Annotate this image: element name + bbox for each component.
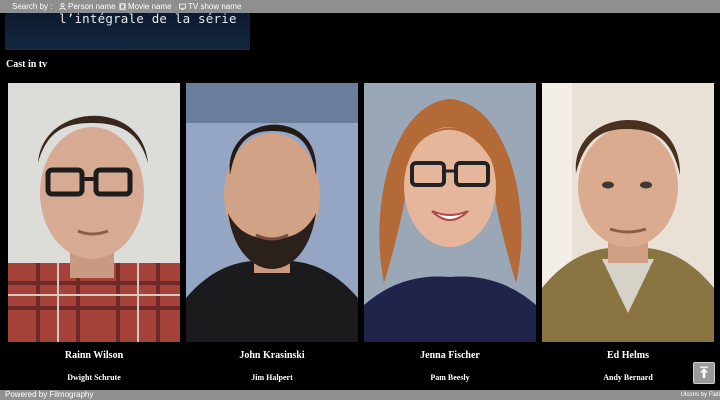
portrait-image bbox=[542, 83, 714, 342]
actor-name[interactable]: Jenna Fischer bbox=[362, 350, 538, 361]
cast-card[interactable]: Ed Helms Andy Bernard bbox=[540, 81, 716, 390]
actor-name[interactable]: John Krasinski bbox=[184, 350, 360, 361]
cast-card[interactable]: Rainn Wilson Dwight Schrute bbox=[6, 81, 182, 390]
cast-card[interactable]: John Krasinski Jim Halpert bbox=[184, 81, 360, 390]
actor-photo[interactable] bbox=[186, 83, 358, 342]
cast-card[interactable]: Jenna Fischer Pam Beesly bbox=[362, 81, 538, 390]
search-option-person-label: Person name bbox=[68, 2, 116, 11]
search-option-tv-label: TV show name bbox=[188, 2, 242, 11]
icon-credits-link[interactable]: Ulcons by Flati bbox=[681, 391, 720, 400]
actor-photo[interactable] bbox=[364, 83, 536, 342]
cast-section-title: Cast in tv bbox=[6, 59, 48, 70]
actor-name[interactable]: Ed Helms bbox=[540, 350, 716, 361]
actor-name[interactable]: Rainn Wilson bbox=[6, 350, 182, 361]
banner-text: l’intégrale de la série bbox=[59, 11, 237, 26]
footer: Powered by Filmography Ulcons by Flati bbox=[0, 390, 720, 400]
person-icon bbox=[59, 3, 66, 10]
search-by-label: Search by : bbox=[12, 2, 53, 11]
show-banner: l’intégrale de la série bbox=[5, 11, 250, 50]
character-name: Dwight Schrute bbox=[67, 373, 121, 382]
tv-icon bbox=[179, 3, 186, 10]
scroll-to-top-button[interactable] bbox=[693, 362, 715, 384]
portrait-image bbox=[364, 83, 536, 342]
character-name: Andy Bernard bbox=[603, 373, 653, 382]
actor-photo[interactable] bbox=[8, 83, 180, 342]
portrait-image bbox=[186, 83, 358, 342]
powered-by-link[interactable]: Powered by Filmography bbox=[5, 390, 93, 400]
character-name: Jim Halpert bbox=[251, 373, 293, 382]
film-icon bbox=[119, 3, 126, 10]
arrow-up-icon bbox=[700, 366, 708, 378]
actor-photo[interactable] bbox=[542, 83, 714, 342]
search-option-movie-label: Movie name bbox=[128, 2, 172, 11]
character-name: Pam Beesly bbox=[430, 373, 470, 382]
portrait-image bbox=[8, 83, 180, 342]
